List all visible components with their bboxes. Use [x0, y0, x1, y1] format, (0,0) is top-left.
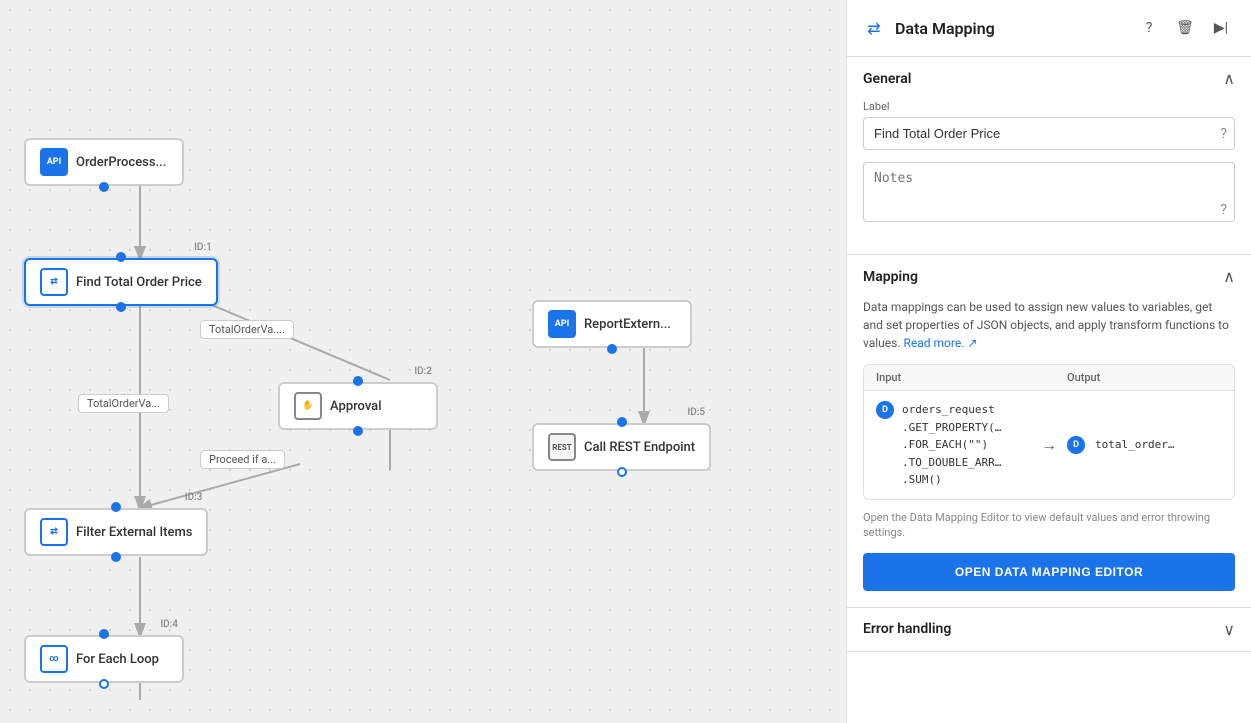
mapping-output-value: total_order…: [1095, 436, 1174, 454]
node-id: ID:2: [414, 366, 432, 377]
api-icon: API: [548, 310, 576, 338]
panel-header-actions: ? 🗑 ▶|: [1135, 14, 1235, 42]
col-output-label: Output: [1067, 371, 1222, 384]
mapping-table-header: Input Output: [864, 365, 1234, 391]
properties-panel: ⇄ Data Mapping ? 🗑 ▶| General ∧ Label ?: [846, 0, 1251, 723]
flow-edges: [0, 0, 846, 723]
input-badge: D: [876, 401, 894, 419]
output-badge: D: [1067, 436, 1085, 454]
general-section: General ∧ Label ? ?: [847, 57, 1251, 255]
flow-canvas[interactable]: API OrderProcess... ID:1 ⇄ Find Total Or…: [0, 0, 846, 723]
node-id: ID:4: [160, 619, 178, 630]
mapping-section-content: Data mappings can be used to assign new …: [847, 298, 1251, 607]
node-find-total[interactable]: ID:1 ⇄ Find Total Order Price: [24, 258, 218, 306]
label-field-group: Label ?: [863, 100, 1235, 150]
error-chevron-icon: ∨: [1223, 620, 1235, 639]
error-section-header[interactable]: Error handling ∨: [847, 608, 1251, 651]
general-section-content: Label ? ?: [847, 100, 1251, 254]
notes-textarea[interactable]: [863, 162, 1235, 222]
approval-icon: ✋: [294, 392, 322, 420]
node-id: ID:1: [194, 242, 212, 253]
general-section-header[interactable]: General ∧: [847, 57, 1251, 100]
node-filter-external[interactable]: ID:3 ⇄ Filter External Items: [24, 508, 208, 556]
error-handling-section: Error handling ∨: [847, 608, 1251, 652]
read-more-link[interactable]: Read more. ↗: [904, 336, 978, 350]
collapse-button[interactable]: ▶|: [1207, 14, 1235, 42]
mapping-row-1[interactable]: D orders_request .GET_PROPERTY(… .FOR_EA…: [864, 391, 1234, 499]
mapping-section: Mapping ∧ Data mappings can be used to a…: [847, 255, 1251, 608]
error-section-title: Error handling: [863, 621, 951, 637]
delete-button[interactable]: 🗑: [1171, 14, 1199, 42]
label-field-label: Label: [863, 100, 1235, 113]
notes-help-icon: ?: [1220, 202, 1227, 218]
label-input-wrapper: ?: [863, 117, 1235, 150]
node-approval[interactable]: ID:2 ✋ Approval: [278, 382, 438, 430]
node-label: Approval: [330, 399, 382, 414]
notes-field-group: ?: [863, 162, 1235, 226]
notes-textarea-wrapper: ?: [863, 162, 1235, 226]
node-id: ID:3: [185, 492, 203, 503]
node-label: Find Total Order Price: [76, 275, 202, 290]
node-report-extern[interactable]: API ReportExtern...: [532, 300, 692, 348]
loop-icon: ∞: [40, 645, 68, 673]
node-call-rest[interactable]: ID:5 REST Call REST Endpoint: [532, 423, 711, 471]
general-section-title: General: [863, 71, 911, 87]
col-input-label: Input: [876, 371, 1031, 384]
mapping-input-cell: D orders_request .GET_PROPERTY(… .FOR_EA…: [876, 401, 1031, 489]
node-for-each[interactable]: ID:4 ∞ For Each Loop: [24, 635, 184, 683]
mapping-description: Data mappings can be used to assign new …: [863, 298, 1235, 352]
node-label: Call REST Endpoint: [584, 440, 695, 455]
api-icon: API: [40, 148, 68, 176]
col-arrow: [1031, 371, 1067, 384]
node-label: Filter External Items: [76, 525, 192, 540]
datamap-icon: ⇄: [40, 268, 68, 296]
node-order-process[interactable]: API OrderProcess...: [24, 138, 184, 186]
general-chevron-icon: ∧: [1223, 69, 1235, 88]
edge-label-total1: TotalOrderVa....: [200, 320, 294, 339]
mapping-chevron-icon: ∧: [1223, 267, 1235, 286]
label-input[interactable]: [863, 117, 1235, 150]
node-id: ID:5: [687, 407, 705, 418]
node-label: For Each Loop: [76, 652, 159, 667]
panel-title: Data Mapping: [895, 19, 1125, 38]
label-help-icon: ?: [1220, 126, 1227, 142]
mapping-table: Input Output D orders_request .GET_PROPE…: [863, 364, 1235, 500]
mapping-section-title: Mapping: [863, 269, 918, 285]
rest-icon: REST: [548, 433, 576, 461]
edge-label-total2: TotalOrderVa...: [78, 394, 169, 413]
open-editor-button[interactable]: OPEN DATA MAPPING EDITOR: [863, 553, 1235, 591]
node-label: OrderProcess...: [76, 155, 166, 170]
help-button[interactable]: ?: [1135, 14, 1163, 42]
edge-label-proceed: Proceed if a...: [200, 450, 285, 469]
data-mapping-icon: ⇄: [863, 17, 885, 39]
mapping-note: Open the Data Mapping Editor to view def…: [863, 510, 1235, 541]
node-label: ReportExtern...: [584, 317, 671, 332]
filter-icon: ⇄: [40, 518, 68, 546]
mapping-arrow-icon: →: [1031, 435, 1067, 455]
mapping-output-cell: D total_order…: [1067, 436, 1222, 454]
mapping-code: orders_request .GET_PROPERTY(… .FOR_EACH…: [902, 401, 1001, 489]
mapping-section-header[interactable]: Mapping ∧: [847, 255, 1251, 298]
panel-header: ⇄ Data Mapping ? 🗑 ▶|: [847, 0, 1251, 57]
